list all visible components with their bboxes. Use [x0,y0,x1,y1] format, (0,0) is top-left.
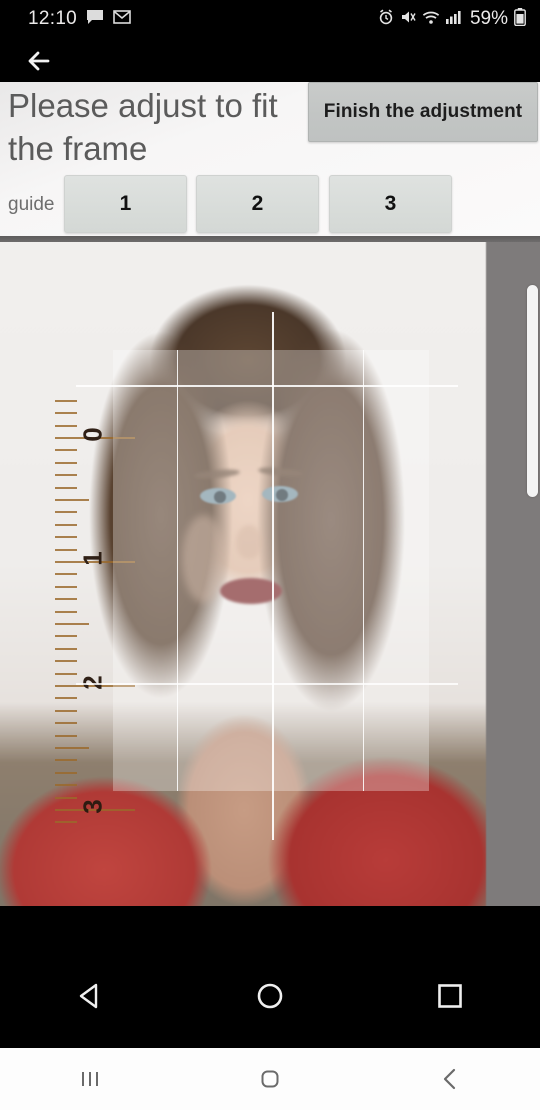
ruler-number: 1 [77,551,108,566]
crosshair-horizontal-top [76,385,458,387]
ruler-tick [55,697,77,700]
status-bar-right: 59% [378,0,526,38]
mute-icon [400,9,416,29]
ruler-tick [55,523,77,526]
system-navigation-bar [0,1048,540,1110]
status-bar: 12:10 59% [0,0,540,38]
ruler-tick [55,672,77,675]
ruler-tick [55,412,77,415]
gmail-icon [113,10,131,28]
ruler-overlay: 0123 [55,398,135,906]
home-square-icon [261,1070,279,1088]
eyebrow-left [193,468,241,480]
system-nav-home-button[interactable] [180,1064,360,1094]
battery-icon [514,8,526,30]
crosshair-horizontal-bottom [76,683,458,685]
crosshair-vertical [272,312,274,840]
system-nav-recents-button[interactable] [0,1064,180,1094]
ruler-tick [55,610,77,613]
ruler-tick [55,771,77,774]
ruler-tick [55,784,77,787]
app-bar [0,38,540,82]
ruler-tick [55,499,89,501]
back-chevron-icon [443,1068,456,1090]
ruler-tick [55,660,77,663]
vertical-scrollbar[interactable] [527,285,538,497]
ruler-tick [55,722,77,725]
battery-percent: 59% [469,8,508,29]
ruler-tick [55,647,77,650]
ruler-tick [55,734,77,737]
ruler-tick [55,461,77,464]
ruler-number: 3 [77,799,108,814]
recents-square-icon [438,984,462,1008]
ruler-tick [55,635,77,638]
ruler-tick [55,759,77,762]
recents-bars-icon [82,1072,98,1086]
wifi-icon [422,10,440,29]
page-title: Please adjust to fit the frame [8,87,278,167]
header: Please adjust to fit the frame Finish th… [0,82,540,238]
ruler-tick [55,573,77,576]
ruler-tick [55,511,77,514]
guide-button-1[interactable]: 1 [64,175,187,233]
ruler-tick [55,424,77,427]
nose [236,525,262,559]
app-navigation-bar [0,906,540,1048]
ruler-tick [55,474,77,477]
app-nav-recents-button[interactable] [360,979,540,1013]
ruler-tick [55,821,77,824]
photo-canvas[interactable]: 0123 [0,242,540,906]
app-navigation-row [0,966,540,1026]
ruler-tick [55,623,89,625]
back-triangle-icon [79,983,98,1009]
eyebrow-right [257,466,305,478]
status-time: 12:10 [28,8,78,29]
app-nav-home-button[interactable] [180,979,360,1013]
ruler-tick [55,536,77,539]
status-bar-left: 12:10 [28,0,131,38]
ruler-tick [55,548,77,551]
pupil-left [214,491,226,503]
ruler-tick [55,486,77,489]
guide-button-3[interactable]: 3 [329,175,452,233]
ruler-tick [55,598,77,601]
system-nav-back-button[interactable] [360,1064,540,1094]
guide-button-2[interactable]: 2 [196,175,319,233]
pupil-right [276,489,288,501]
app-nav-back-button[interactable] [0,979,180,1013]
home-circle-icon [257,983,283,1009]
ruler-tick [55,796,77,799]
ruler-tick [55,585,77,588]
message-icon [86,9,104,29]
alarm-icon [378,9,394,29]
back-button[interactable] [22,43,60,79]
ruler-tick [55,449,77,452]
ruler-tick [55,747,89,749]
back-arrow-icon [28,51,50,71]
signal-icon [445,10,462,28]
guide-row: guide 1 2 3 [0,175,540,235]
finish-adjustment-button[interactable]: Finish the adjustment [308,82,538,142]
phone-screen: 12:10 59% Please adjust to fit the frame… [0,0,540,1110]
ruler-tick [55,709,77,712]
ruler-number: 0 [77,427,108,442]
guide-label: guide [8,194,55,215]
ruler-tick [55,399,77,402]
